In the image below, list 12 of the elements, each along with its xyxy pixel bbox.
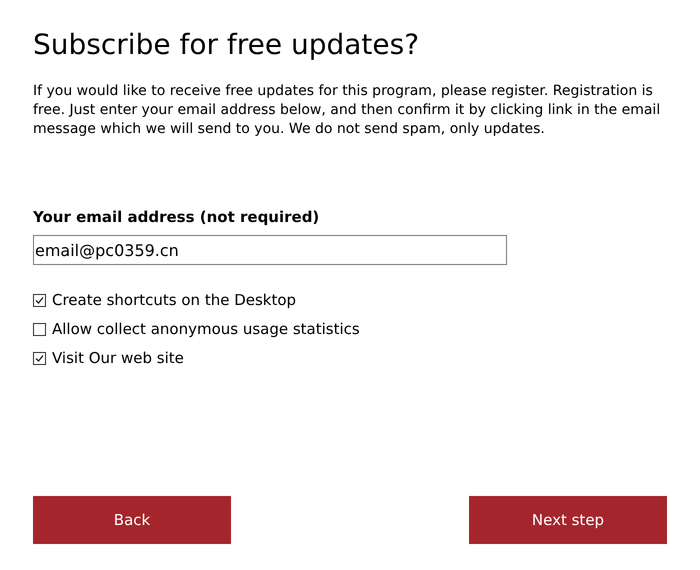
back-button[interactable]: Back [33,496,231,544]
page-title: Subscribe for free updates? [33,27,420,63]
option-label[interactable]: Visit Our web site [52,349,184,368]
option-label[interactable]: Allow collect anonymous usage statistics [52,320,360,339]
option-label[interactable]: Create shortcuts on the Desktop [52,291,296,310]
checkbox[interactable] [33,323,46,336]
email-label: Your email address (not required) [33,207,320,227]
checkbox[interactable] [33,294,46,307]
description-text: If you would like to receive free updates for this program, please register. Registration is free. Just enter your email address below, and then confirm it by clicking link in the email message which we will send to you. We do not send spam, only updates. [33,82,661,139]
email-field[interactable]: email@pc0359.cn [33,235,507,265]
next-button[interactable]: Next step [469,496,667,544]
checkbox[interactable] [33,352,46,365]
